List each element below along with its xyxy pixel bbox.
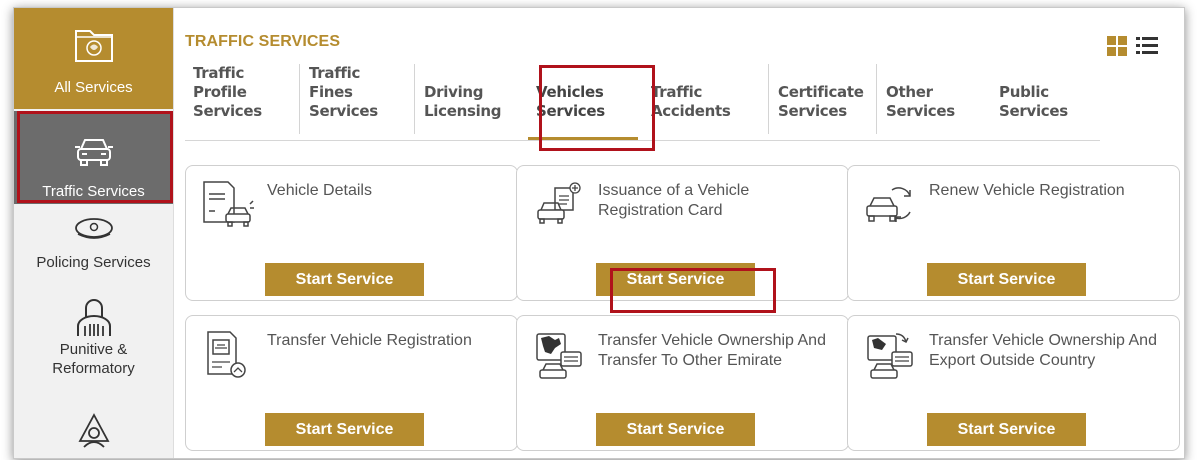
person-badge-icon bbox=[77, 413, 110, 448]
sidebar-item-label: Policing Services bbox=[36, 254, 151, 271]
tab-traffic-profile-services[interactable]: Traffic Profile Services bbox=[193, 64, 293, 134]
list-view-icon[interactable] bbox=[1136, 36, 1158, 56]
service-card-title: Issuance of a Vehicle Registration Card bbox=[598, 182, 750, 219]
sidebar-item-more[interactable] bbox=[14, 413, 173, 457]
sidebar-item-traffic-services[interactable]: Traffic Services bbox=[14, 111, 173, 204]
service-card-transfer-other-emirate[interactable]: Transfer Vehicle Ownership And Transfer … bbox=[516, 315, 849, 451]
tab-public-services[interactable]: Public Services bbox=[999, 83, 1094, 153]
sidebar-item-all-services[interactable]: All Services bbox=[14, 8, 173, 109]
start-service-button[interactable]: Start Service bbox=[596, 413, 755, 446]
sidebar-item-policing-services[interactable]: Policing Services bbox=[14, 214, 173, 284]
folder-emblem-icon bbox=[74, 30, 113, 62]
service-card-title: Vehicle Details bbox=[267, 182, 372, 199]
start-service-button[interactable]: Start Service bbox=[265, 413, 424, 446]
service-card-title: Transfer Vehicle Registration bbox=[267, 332, 472, 349]
issue-registration-card-icon bbox=[537, 182, 581, 224]
transfer-registration-icon bbox=[207, 331, 246, 378]
tab-driving-licensing[interactable]: Driving Licensing bbox=[414, 64, 519, 134]
grid-view-icon[interactable] bbox=[1107, 36, 1127, 56]
tab-traffic-accidents[interactable]: Traffic Accidents bbox=[651, 83, 751, 153]
tab-certificate-services[interactable]: Certificate Services bbox=[768, 64, 878, 134]
sidebar-item-label: Punitive & Reformatory bbox=[52, 341, 135, 377]
view-toggle bbox=[1107, 36, 1158, 56]
tab-traffic-fines-services[interactable]: Traffic Fines Services bbox=[299, 64, 409, 134]
service-card-renew-registration[interactable]: Renew Vehicle Registration Start Service bbox=[847, 165, 1180, 301]
tab-vehicles-services[interactable]: Vehicles Services bbox=[536, 83, 631, 153]
tab-other-services[interactable]: Other Services bbox=[876, 64, 981, 134]
start-service-button[interactable]: Start Service bbox=[265, 263, 424, 296]
service-card-issue-registration-card[interactable]: Issuance of a Vehicle Registration Card … bbox=[516, 165, 849, 301]
service-card-title: Transfer Vehicle Ownership And Export Ou… bbox=[929, 332, 1157, 369]
sidebar: All Services Traffic Services Policing S… bbox=[14, 8, 174, 458]
service-card-transfer-registration[interactable]: Transfer Vehicle Registration Start Serv… bbox=[185, 315, 518, 451]
service-tabs: Traffic Profile Services Traffic Fines S… bbox=[185, 64, 1100, 141]
renew-registration-icon bbox=[866, 187, 911, 222]
active-tab-indicator bbox=[528, 137, 638, 140]
service-card-export-outside-country[interactable]: Transfer Vehicle Ownership And Export Ou… bbox=[847, 315, 1180, 451]
sidebar-item-label: All Services bbox=[54, 79, 133, 96]
service-card-title: Transfer Vehicle Ownership And Transfer … bbox=[598, 332, 826, 369]
sidebar-item-label: Traffic Services bbox=[42, 183, 145, 200]
vehicle-details-icon bbox=[203, 181, 254, 227]
export-outside-country-icon bbox=[867, 333, 913, 379]
start-service-button[interactable]: Start Service bbox=[927, 263, 1086, 296]
service-card-title: Renew Vehicle Registration bbox=[929, 182, 1125, 199]
service-card-vehicle-details[interactable]: Vehicle Details Start Service bbox=[185, 165, 518, 301]
page-title: TRAFFIC SERVICES bbox=[185, 33, 341, 50]
start-service-button[interactable]: Start Service bbox=[596, 263, 755, 296]
police-cap-icon bbox=[74, 218, 113, 239]
start-service-button[interactable]: Start Service bbox=[927, 413, 1086, 446]
sidebar-item-punitive-reformatory[interactable]: Punitive & Reformatory bbox=[14, 298, 173, 398]
transfer-emirate-icon bbox=[536, 333, 582, 379]
services-panel: All Services Traffic Services Policing S… bbox=[13, 7, 1185, 459]
car-icon bbox=[74, 139, 113, 166]
prison-icon bbox=[76, 299, 111, 336]
